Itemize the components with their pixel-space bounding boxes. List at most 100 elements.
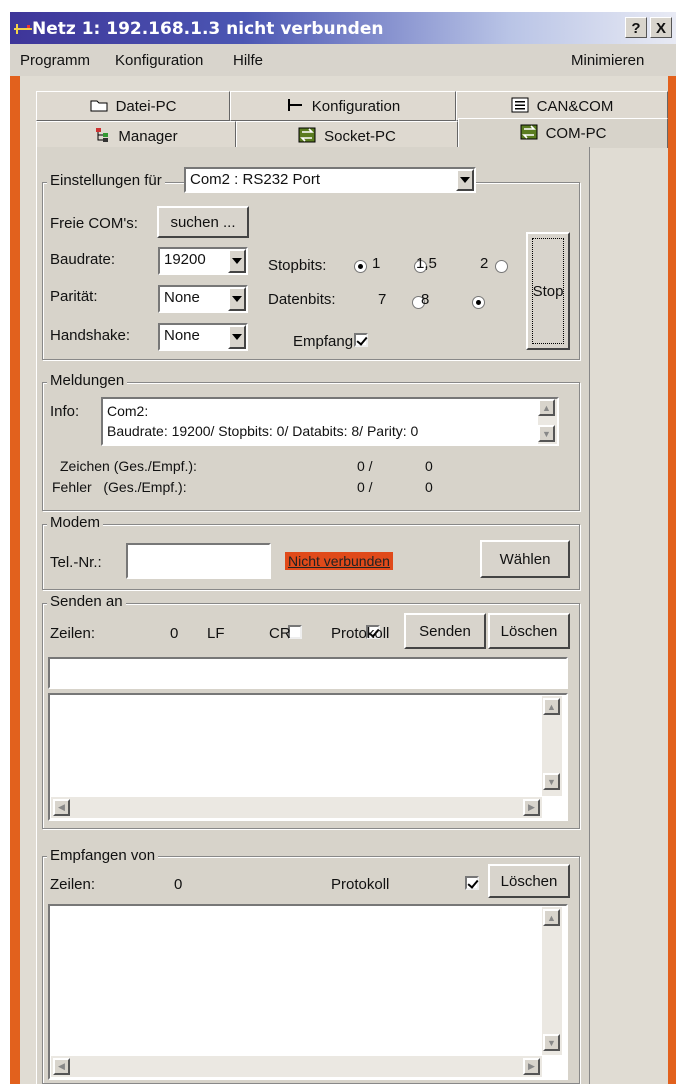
send-button[interactable]: Senden — [404, 613, 486, 649]
parity-select[interactable]: None — [158, 285, 248, 313]
receive-clear-button[interactable]: Löschen — [488, 864, 570, 898]
databits-option-7: 7 — [378, 291, 387, 308]
handshake-select[interactable]: None — [158, 323, 248, 351]
errors-label: Fehler (Ges./Empf.): — [52, 479, 187, 495]
tab-konfiguration[interactable]: Konfiguration — [230, 91, 456, 121]
baud-select[interactable]: 19200 — [158, 247, 248, 275]
chevron-down-icon[interactable] — [456, 169, 474, 191]
info-line-1: Com2: — [107, 403, 149, 419]
stopbits-label: Stopbits: — [268, 257, 327, 274]
send-log-hscroll[interactable]: ◀ ▶ — [51, 797, 542, 818]
scroll-down-icon[interactable]: ▼ — [543, 773, 560, 790]
tab-label: Manager — [118, 127, 178, 145]
tab-datei-pc[interactable]: Datei-PC — [36, 91, 230, 121]
chevron-down-icon[interactable] — [228, 325, 246, 349]
connection-status: Nicht verbunden — [285, 552, 393, 570]
tab-label: Datei-PC — [115, 97, 177, 115]
stopbits-option-1-5: 1,5 — [416, 255, 437, 272]
baud-label: Baudrate: — [50, 251, 116, 268]
lf-label: LF — [207, 625, 225, 642]
send-legend: Senden an — [47, 593, 126, 610]
free-com-label: Freie COM's: — [50, 215, 138, 232]
scroll-left-icon[interactable]: ◀ — [53, 799, 70, 816]
port-select[interactable]: Com2 : RS232 Port — [184, 167, 476, 193]
receive-checkbox[interactable] — [353, 333, 368, 347]
parity-value: None — [164, 289, 200, 306]
send-lines-value: 0 — [170, 625, 179, 642]
scroll-up-icon[interactable]: ▲ — [538, 399, 555, 416]
errors-received: 0 — [425, 479, 433, 495]
tel-label: Tel.-Nr.: — [50, 554, 102, 571]
receive-protocol-checkbox[interactable] — [464, 876, 479, 890]
scroll-right-icon[interactable]: ▶ — [523, 1058, 540, 1075]
settings-legend: Einstellungen für — [47, 172, 165, 189]
stop-button[interactable]: Stop — [526, 232, 570, 350]
stopbits-option-2: 2 — [480, 255, 489, 272]
receive-label: Empfang — [293, 333, 354, 350]
send-input[interactable] — [48, 657, 568, 689]
handshake-value: None — [164, 327, 200, 344]
receive-log-hscroll[interactable]: ◀ ▶ — [51, 1056, 542, 1077]
tab-com-pc[interactable]: COM-PC — [458, 118, 668, 148]
tab-label: COM-PC — [545, 125, 607, 142]
chars-label: Zeichen (Ges./Empf.): — [60, 458, 197, 474]
parity-label: Parität: — [50, 288, 98, 305]
scroll-up-icon[interactable]: ▲ — [543, 909, 560, 926]
errors-total: 0 / — [357, 479, 373, 495]
chevron-down-icon[interactable] — [228, 287, 246, 311]
send-lines-label: Zeilen: — [50, 625, 96, 642]
dial-button[interactable]: Wählen — [480, 540, 570, 578]
transfer-icon — [298, 127, 316, 146]
receive-protocol-label: Protokoll — [331, 876, 390, 893]
tab-label: CAN&COM — [536, 97, 614, 115]
tree-icon — [94, 127, 110, 146]
network-icon — [14, 24, 32, 34]
close-button[interactable]: X — [650, 17, 672, 38]
baud-value: 19200 — [164, 251, 206, 268]
info-label: Info: — [50, 403, 80, 420]
scroll-left-icon[interactable]: ◀ — [53, 1058, 70, 1075]
menu-konfiguration[interactable]: Konfiguration — [115, 52, 203, 69]
chars-received: 0 — [425, 458, 433, 474]
receive-legend: Empfangen von — [47, 847, 159, 864]
tel-input[interactable] — [126, 543, 271, 579]
menu-hilfe[interactable]: Hilfe — [233, 52, 263, 69]
scroll-right-icon[interactable]: ▶ — [523, 799, 540, 816]
send-log-vscroll[interactable]: ▲ ▼ — [542, 696, 562, 796]
send-protocol-label: Protokoll — [331, 625, 390, 642]
chars-total: 0 / — [357, 458, 373, 474]
menu-minimize[interactable]: Minimieren — [571, 52, 644, 69]
port-value: Com2 : RS232 Port — [190, 171, 321, 188]
cr-label: CR — [269, 625, 291, 642]
tab-can-com[interactable]: CAN&COM — [456, 91, 668, 121]
databits-option-8: 8 — [421, 291, 430, 308]
tab-label: Konfiguration — [311, 97, 401, 115]
send-clear-button[interactable]: Löschen — [488, 613, 570, 649]
tab-label: Socket-PC — [324, 127, 396, 145]
info-textbox[interactable]: Com2: Baudrate: 19200/ Stopbits: 0/ Data… — [101, 397, 559, 446]
handshake-label: Handshake: — [50, 327, 131, 344]
folder-icon — [90, 98, 108, 115]
help-button[interactable]: ? — [625, 17, 647, 38]
search-button[interactable]: suchen ... — [157, 206, 249, 238]
flag-icon — [286, 98, 304, 115]
messages-legend: Meldungen — [47, 372, 128, 389]
info-scrollbar[interactable]: ▲ ▼ — [538, 399, 557, 444]
stopbits-option-1: 1 — [372, 255, 381, 272]
chevron-down-icon[interactable] — [228, 249, 246, 273]
receive-log-vscroll[interactable]: ▲ ▼ — [542, 907, 562, 1055]
receive-lines-value: 0 — [174, 876, 183, 893]
info-line-2: Baudrate: 19200/ Stopbits: 0/ Databits: … — [107, 423, 419, 439]
list-icon — [511, 97, 529, 116]
databits-radio-8[interactable] — [471, 296, 485, 309]
menu-programm[interactable]: Programm — [20, 52, 90, 69]
modem-legend: Modem — [47, 514, 104, 531]
window-title: Netz 1: 192.168.1.3 nicht verbunden — [32, 19, 384, 39]
stopbits-radio-1[interactable] — [354, 260, 367, 273]
databits-label: Datenbits: — [268, 291, 336, 308]
receive-log[interactable] — [48, 904, 568, 1080]
scroll-up-icon[interactable]: ▲ — [543, 698, 560, 715]
scroll-down-icon[interactable]: ▼ — [543, 1034, 560, 1051]
scroll-down-icon[interactable]: ▼ — [538, 425, 555, 442]
transfer-icon — [520, 124, 538, 143]
